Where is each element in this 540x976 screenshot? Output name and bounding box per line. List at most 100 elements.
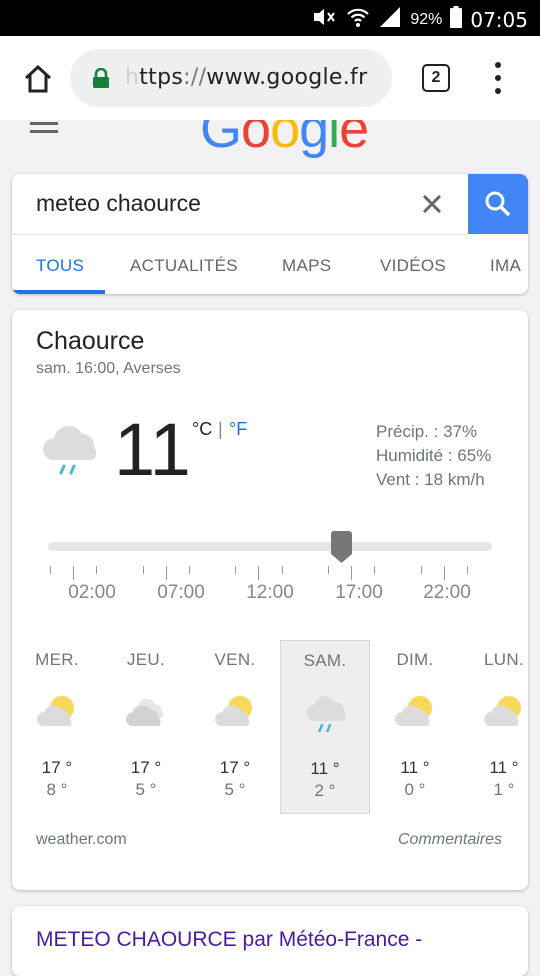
- mute-icon: [312, 7, 338, 33]
- low-temp: 8 °: [46, 780, 68, 799]
- battery-percent: 92%: [410, 11, 443, 28]
- close-icon: [422, 194, 442, 214]
- day-name: DIM.: [396, 650, 434, 669]
- hour-tick: [235, 566, 237, 574]
- google-header: Google: [0, 120, 540, 160]
- battery-icon: [450, 6, 463, 34]
- humidity: Humidité : 65%: [376, 446, 492, 465]
- forecast-day-mon[interactable]: LUN. 11 ° 1 °: [459, 640, 528, 814]
- hour-tick: [443, 566, 445, 580]
- weather-source[interactable]: weather.com: [36, 831, 127, 849]
- tab-switcher-button[interactable]: 2: [422, 64, 450, 92]
- result-title-link[interactable]: METEO CHAOURCE par Météo-France -: [36, 928, 422, 952]
- search-icon: [485, 191, 511, 217]
- forecast-day-sun[interactable]: DIM. 11 ° 0 °: [370, 640, 460, 814]
- search-tabs: TOUS ACTUALITÉS MAPS VIDÉOS IMA: [12, 234, 528, 294]
- google-logo[interactable]: Google: [200, 120, 369, 160]
- time-label: 22:00: [423, 582, 471, 603]
- url-separator: ://: [183, 65, 207, 90]
- feedback-link[interactable]: Commentaires: [398, 831, 502, 849]
- tab-images[interactable]: IMA: [490, 256, 521, 276]
- low-temp: 5 °: [135, 780, 157, 799]
- low-temp: 5 °: [224, 780, 246, 799]
- unit-celsius[interactable]: °C: [192, 419, 212, 440]
- day-name: SAM.: [303, 651, 347, 670]
- address-bar[interactable]: https://www.google.fr: [70, 49, 392, 107]
- url-host: www.google.fr: [206, 65, 368, 90]
- high-temp: 11 °: [400, 758, 430, 777]
- time-label: 02:00: [68, 582, 116, 603]
- hour-tick: [351, 566, 353, 580]
- tab-all[interactable]: TOUS: [36, 256, 84, 276]
- partly-sunny-icon: [484, 696, 521, 726]
- high-temp: 17 °: [41, 758, 73, 777]
- lock-icon: [93, 68, 109, 88]
- dot-icon: [495, 75, 501, 81]
- home-button[interactable]: [22, 63, 54, 95]
- high-temp: 11 °: [489, 758, 519, 777]
- wind: Vent : 18 km/h: [376, 470, 485, 489]
- high-temp: 11 °: [310, 759, 340, 778]
- current-temperature: 11: [114, 408, 191, 491]
- showers-icon: [306, 696, 346, 733]
- forecast-day-wed[interactable]: MER. 17 ° 8 °: [12, 640, 102, 814]
- forecast-day-thu[interactable]: JEU. 17 ° 5 °: [101, 640, 191, 814]
- hour-tick: [420, 566, 422, 574]
- time-label: 12:00: [246, 582, 294, 603]
- dot-icon: [495, 88, 501, 94]
- time-label: 17:00: [335, 582, 383, 603]
- unit-fahrenheit[interactable]: °F: [229, 419, 247, 440]
- hour-tick: [165, 566, 167, 580]
- partly-sunny-icon: [37, 696, 74, 726]
- time-label: 07:00: [157, 582, 205, 603]
- wifi-icon: [346, 6, 370, 34]
- hour-tick: [188, 566, 190, 574]
- hour-tick: [258, 566, 260, 580]
- showers-icon: [43, 426, 97, 475]
- weather-location: Chaource: [36, 327, 145, 355]
- signal-icon: [378, 6, 402, 34]
- tab-videos[interactable]: VIDÉOS: [380, 256, 446, 276]
- url-text: https://www.google.fr: [125, 65, 367, 90]
- hour-tick: [73, 566, 75, 580]
- url-scheme: ttps: [139, 65, 184, 90]
- partly-sunny-icon: [215, 696, 252, 726]
- cloudy-icon: [126, 698, 164, 726]
- tab-news[interactable]: ACTUALITÉS: [130, 256, 238, 276]
- low-temp: 1 °: [493, 780, 515, 799]
- dot-icon: [495, 62, 501, 68]
- hour-ticks: [48, 566, 492, 580]
- forecast-day-fri[interactable]: VEN. 17 ° 5 °: [190, 640, 280, 814]
- day-name: MER.: [35, 650, 79, 669]
- more-menu-button[interactable]: [488, 62, 508, 94]
- low-temp: 0 °: [404, 780, 426, 799]
- home-icon: [24, 64, 52, 93]
- high-temp: 17 °: [219, 758, 251, 777]
- search-card: meteo chaource TOUS ACTUALITÉS MAPS VIDÉ…: [12, 174, 528, 294]
- clear-search-button[interactable]: [422, 190, 442, 219]
- hour-tick: [374, 566, 376, 574]
- hour-tick: [466, 566, 468, 574]
- search-result-card: METEO CHAOURCE par Météo-France -: [12, 906, 528, 976]
- tab-maps[interactable]: MAPS: [282, 256, 331, 276]
- active-tab-indicator: [12, 290, 105, 294]
- weather-subtitle: sam. 16:00, Averses: [36, 360, 181, 377]
- hour-tick: [50, 566, 51, 574]
- unit-separator: |: [218, 419, 223, 439]
- partly-sunny-icon: [395, 696, 432, 726]
- search-input[interactable]: meteo chaource: [36, 190, 201, 217]
- url-faded: h: [125, 65, 140, 90]
- hamburger-menu-icon[interactable]: [30, 122, 58, 134]
- hour-tick: [327, 566, 329, 574]
- precipitation: Précip. : 37%: [376, 422, 478, 441]
- day-name: VEN.: [214, 650, 256, 669]
- low-temp: 2 °: [314, 781, 336, 800]
- forecast-day-sat[interactable]: SAM. 11 ° 2 °: [280, 640, 370, 814]
- search-button[interactable]: [468, 174, 528, 234]
- hour-slider-track[interactable]: [48, 542, 492, 551]
- high-temp: 17 °: [130, 758, 162, 777]
- hour-tick: [142, 566, 144, 574]
- browser-toolbar: https://www.google.fr 2: [0, 36, 540, 120]
- day-name: JEU.: [126, 650, 166, 669]
- hour-slider-thumb[interactable]: [329, 531, 354, 564]
